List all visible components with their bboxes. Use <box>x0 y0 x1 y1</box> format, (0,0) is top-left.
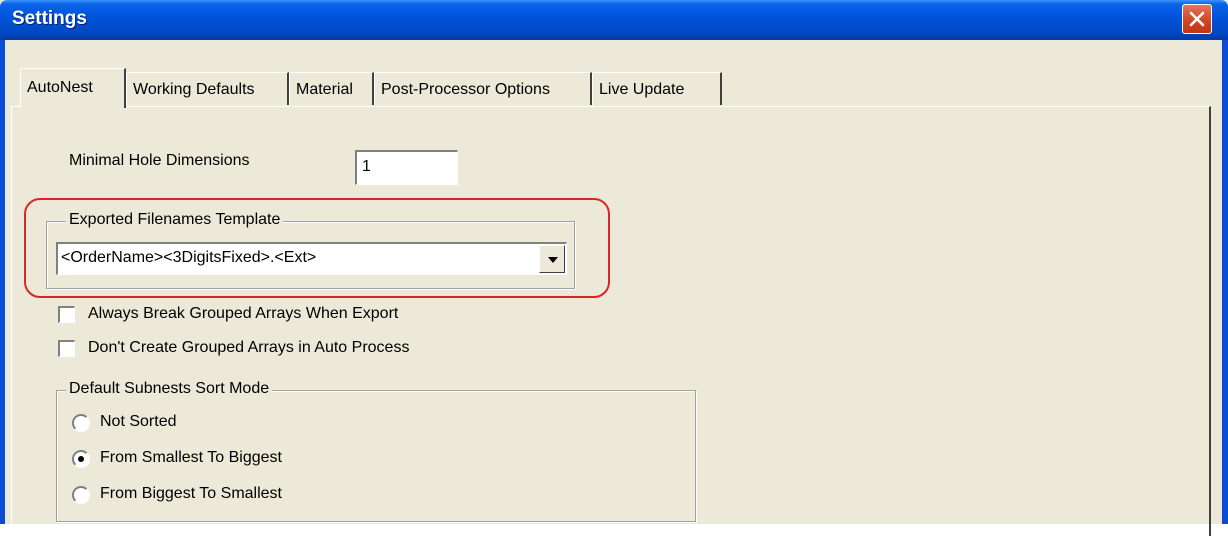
tab-post-processor-options[interactable]: Post-Processor Options <box>374 72 592 105</box>
tab-label: Live Update <box>599 81 685 98</box>
tab-label: Working Defaults <box>133 81 255 98</box>
title-bar[interactable]: Settings <box>0 0 1228 40</box>
tab-live-update[interactable]: Live Update <box>592 72 722 105</box>
window-border-left <box>0 40 5 524</box>
tab-label: Post-Processor Options <box>381 81 550 98</box>
tab-working-defaults[interactable]: Working Defaults <box>126 72 289 105</box>
close-icon <box>1189 11 1205 27</box>
tab-panel-autonest <box>11 106 1211 536</box>
tab-label: Material <box>296 81 353 98</box>
tab-autonest[interactable]: AutoNest <box>20 68 126 108</box>
window-title: Settings <box>12 8 87 29</box>
settings-dialog: Settings AutoNest Working Defaults Mater… <box>0 0 1228 536</box>
tab-material[interactable]: Material <box>289 72 374 105</box>
tab-label: AutoNest <box>27 79 93 96</box>
close-button[interactable] <box>1182 4 1212 34</box>
window-border-right <box>1222 40 1228 524</box>
